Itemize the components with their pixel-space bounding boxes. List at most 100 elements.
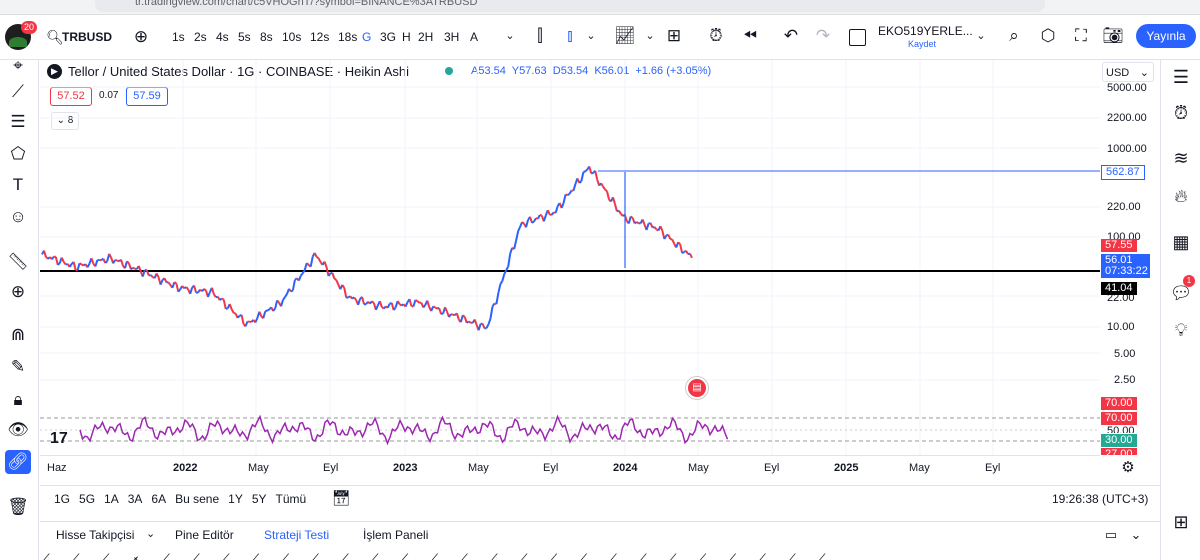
price-candle <box>426 300 431 308</box>
range-3A[interactable]: 3A <box>128 492 143 506</box>
settings-gear-icon[interactable]: ⬡ <box>1035 25 1061 47</box>
price-candle <box>422 304 427 309</box>
fullscreen-icon[interactable]: ⛶ <box>1068 25 1094 47</box>
collapse-panel-icon[interactable]: ⌄ <box>1123 524 1149 546</box>
replay-icon[interactable]: ⏪︎ <box>737 25 763 47</box>
interval-2s[interactable]: 2s <box>194 30 216 44</box>
screener-chevron-icon[interactable]: ⌄ <box>146 527 155 540</box>
time-axis[interactable]: Haz 2022 May Eyl 2023 May Eyl 2024 May E… <box>40 455 1100 480</box>
calendar-icon[interactable]: ▦ <box>1168 229 1194 255</box>
crosshair-icon[interactable]: ⌖ <box>5 54 31 78</box>
price-candle <box>432 305 436 309</box>
layout-square-icon[interactable] <box>849 29 866 46</box>
publish-button[interactable]: Yayınla <box>1136 24 1196 48</box>
undo-icon[interactable]: ↶ <box>778 25 804 47</box>
candle-type-icon[interactable]: ⫿ <box>527 25 553 47</box>
pattern-icon[interactable]: ⬠ <box>5 142 31 166</box>
price-candle <box>448 313 452 318</box>
tab-stock-screener[interactable]: Hisse Takipçisi <box>56 528 134 542</box>
clock-timezone[interactable]: 19:26:38 (UTC+3) <box>1052 492 1148 506</box>
indicators-icon[interactable]: 📈︎ <box>612 25 638 47</box>
interval-12s[interactable]: 12s <box>310 30 338 44</box>
interval-3H[interactable]: 3H <box>444 30 470 44</box>
price-candle <box>594 170 599 180</box>
range-ytd[interactable]: Bu sene <box>175 492 219 506</box>
range-1G[interactable]: 1G <box>54 492 70 506</box>
eye-icon[interactable]: 👁︎ <box>5 418 31 442</box>
price-candle <box>546 209 551 216</box>
watchlist-icon[interactable]: ☰ <box>1168 64 1194 90</box>
trash-icon[interactable]: 🗑︎ <box>5 495 31 519</box>
rsi-tick: 50.00 <box>1107 425 1135 433</box>
interval-list: 1s 2s 4s 5s 8s 10s 12s 18s G 3G H 2H 3H … <box>172 30 486 44</box>
templates-icon[interactable]: ⊞ <box>661 25 687 47</box>
emoji-icon[interactable]: ☺ <box>5 205 31 229</box>
interval-18s[interactable]: 18s <box>338 30 362 44</box>
zoom-icon[interactable]: ⊕ <box>5 280 31 304</box>
ruler-icon[interactable]: 📏︎ <box>5 250 31 274</box>
price-series <box>41 165 693 331</box>
interval-8s[interactable]: 8s <box>260 30 282 44</box>
price-candle <box>515 230 520 241</box>
price-candle <box>667 234 672 240</box>
chart-settings-gear-icon[interactable]: ⚙︎ <box>1115 457 1141 479</box>
redo-icon[interactable]: ↷ <box>810 25 836 47</box>
range-6A[interactable]: 6A <box>151 492 166 506</box>
time-label: 2025 <box>834 462 859 474</box>
tab-pine-editor[interactable]: Pine Editör <box>175 528 234 542</box>
chart-type-chevron-icon[interactable]: ⌄ <box>578 25 604 47</box>
address-field[interactable]: tr.tradingview.com/chart/c5VHOGhT/?symbo… <box>95 0 1045 12</box>
alerts-clock-icon[interactable]: ⏰︎ <box>1168 100 1194 126</box>
hotlist-fire-icon[interactable]: 🔥︎ <box>1168 183 1194 209</box>
quick-search-icon[interactable]: ⌕ <box>1001 25 1027 47</box>
layers-icon[interactable]: ≋ <box>1168 145 1194 171</box>
indicators-chevron-icon[interactable]: ⌄ <box>637 25 663 47</box>
interval-3G[interactable]: 3G <box>380 30 402 44</box>
range-1A[interactable]: 1A <box>104 492 119 506</box>
price-candle <box>284 293 288 298</box>
layout-chevron-icon[interactable]: ⌄ <box>968 25 994 47</box>
range-all[interactable]: Tümü <box>276 492 307 506</box>
symbol-search[interactable]: TRBUSD <box>62 30 112 44</box>
price-candle <box>173 281 177 285</box>
price-candle <box>468 320 472 324</box>
interval-10s[interactable]: 10s <box>282 30 310 44</box>
interval-H[interactable]: H <box>402 30 418 44</box>
link-icon[interactable]: 🔗︎ <box>5 450 31 474</box>
date-range-calendar-icon[interactable]: 📅︎ <box>328 488 354 510</box>
add-symbol-icon[interactable]: ⊕ <box>128 26 154 48</box>
alert-icon[interactable]: ⏰︎ <box>703 25 729 47</box>
us-flag-event-icon[interactable]: ▤ <box>686 377 708 399</box>
range-5Y[interactable]: 5Y <box>252 492 267 506</box>
camera-icon[interactable]: 📷︎ <box>1100 25 1126 47</box>
pencil-lock-icon[interactable]: ✎ <box>5 355 31 379</box>
price-candle <box>331 272 336 279</box>
tab-strategy-tester[interactable]: Strateji Testi <box>264 528 329 542</box>
magnet-icon[interactable]: ⋒ <box>5 323 31 347</box>
range-5G[interactable]: 5G <box>79 492 95 506</box>
interval-5s[interactable]: 5s <box>238 30 260 44</box>
interval-2H[interactable]: 2H <box>418 30 444 44</box>
layout-name[interactable]: EKO519YERLE... <box>878 24 973 38</box>
price-candle <box>167 281 172 286</box>
interval-chevron-down-icon[interactable]: ⌄ <box>497 25 523 47</box>
broadcast-icon[interactable]: 💡︎ <box>1168 317 1194 343</box>
price-candle <box>108 253 113 259</box>
price-candle <box>290 289 294 293</box>
help-icon[interactable]: ⊞ <box>1168 509 1194 535</box>
interval-1s[interactable]: 1s <box>172 30 194 44</box>
range-1Y[interactable]: 1Y <box>228 492 243 506</box>
lock-icon[interactable]: 🔒︎ <box>5 388 31 412</box>
tab-trading-panel[interactable]: İşlem Paneli <box>363 528 428 542</box>
interval-A[interactable]: A <box>470 30 486 44</box>
interval-4s[interactable]: 4s <box>216 30 238 44</box>
maximize-panel-icon[interactable]: ▭ <box>1098 524 1124 546</box>
interval-G-active[interactable]: G <box>362 30 380 44</box>
url-text: tr.tradingview.com/chart/c5VHOGhT/?symbo… <box>135 0 478 8</box>
price-candle <box>325 266 330 277</box>
fib-icon[interactable]: ☰ <box>5 110 31 134</box>
price-chart[interactable]: 17 <box>40 60 1100 455</box>
trend-line-icon[interactable]: ⟋ <box>5 80 31 104</box>
currency-selector[interactable]: USD ⌄ <box>1102 62 1154 82</box>
text-icon[interactable]: T <box>5 173 31 197</box>
